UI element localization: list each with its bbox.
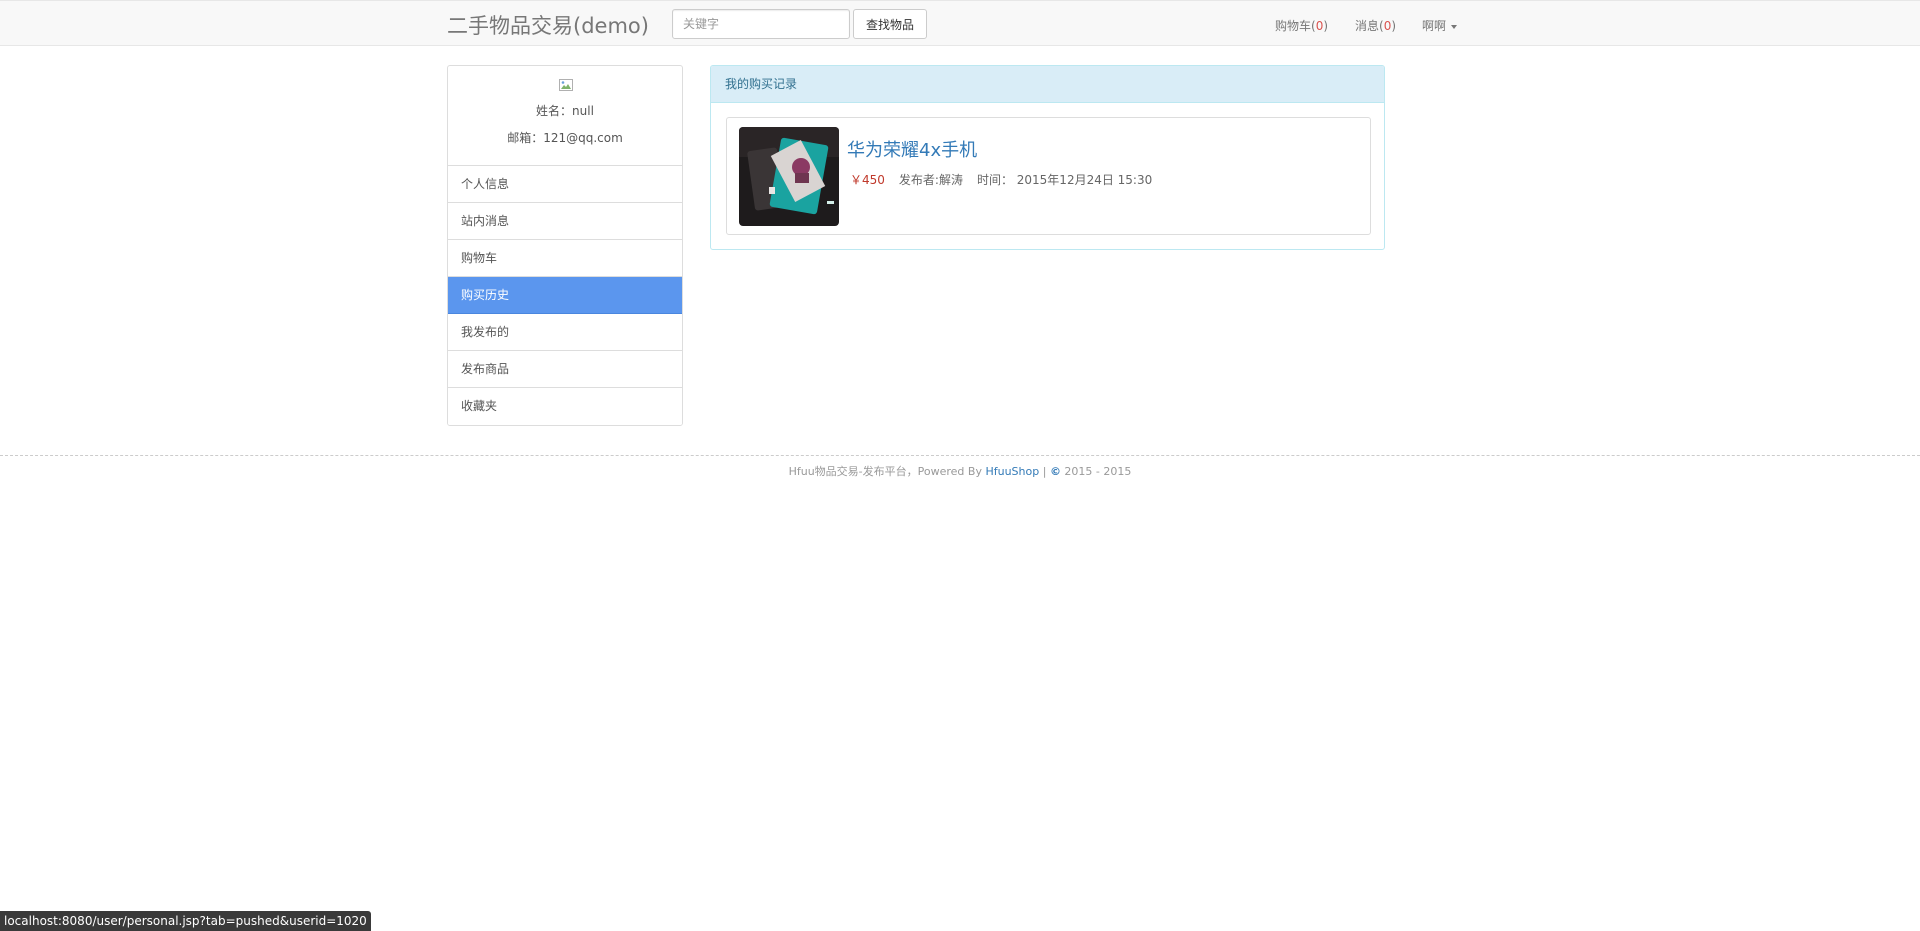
sidebar-item-personal-info[interactable]: 个人信息: [448, 166, 682, 203]
footer-divider: [0, 455, 1920, 456]
footer-text: Hfuu物品交易-发布平台，Powered By: [788, 465, 986, 478]
profile-card: 姓名：null 邮箱：121@qq.com: [448, 66, 682, 166]
sidebar-item-favorites[interactable]: 收藏夹: [448, 388, 682, 425]
sidebar-item-cart[interactable]: 购物车: [448, 240, 682, 277]
item-title-link[interactable]: 华为荣耀4x手机: [847, 136, 977, 162]
user-dropdown[interactable]: 啊啊: [1422, 17, 1458, 34]
footer: Hfuu物品交易-发布平台，Powered By HfuuShop | © 20…: [0, 463, 1920, 479]
profile-email: 邮箱：121@qq.com: [507, 131, 623, 145]
messages-label: 消息(: [1355, 19, 1384, 33]
cart-close-paren: ): [1323, 19, 1329, 33]
footer-years: 2015 - 2015: [1060, 465, 1132, 478]
caret-down-icon: [1451, 24, 1458, 29]
brand-title[interactable]: 二手物品交易(demo): [447, 10, 649, 40]
sidebar-item-messages[interactable]: 站内消息: [448, 203, 682, 240]
profile-name: 姓名：null: [536, 104, 594, 118]
item-price: ￥450: [850, 173, 885, 187]
purchase-item-card: 华为荣耀4x手机 ￥450 发布者:解涛 时间： 2015年12月24日 15:30: [726, 117, 1371, 235]
top-navbar: 二手物品交易(demo) 查找物品 购物车(0) 消息(0) 啊啊: [0, 0, 1920, 46]
footer-separator: |: [1039, 465, 1050, 478]
sidebar-item-publish-item[interactable]: 发布商品: [448, 351, 682, 388]
purchase-records-panel: 我的购买记录 华为荣耀4x手机 ￥450 发布者:解涛 时间： 2015年12月24…: [710, 65, 1385, 250]
item-meta: ￥450 发布者:解涛 时间： 2015年12月24日 15:30: [850, 171, 1152, 188]
messages-link[interactable]: 消息(0): [1355, 17, 1396, 34]
search-button[interactable]: 查找物品: [853, 9, 927, 39]
copyright-icon: ©: [1049, 465, 1061, 478]
user-name: 啊啊: [1422, 19, 1447, 33]
browser-status-bar-url: localhost:8080/user/personal.jsp?tab=pus…: [0, 911, 371, 931]
user-sidebar: 姓名：null 邮箱：121@qq.com 个人信息 站内消息 购物车 购买历史…: [447, 65, 683, 426]
item-publisher: 发布者:解涛: [898, 173, 963, 187]
cart-link[interactable]: 购物车(0): [1275, 17, 1328, 34]
item-time: 时间： 2015年12月24日 15:30: [976, 173, 1153, 187]
broken-image-icon: [559, 79, 573, 91]
sidebar-item-purchase-history[interactable]: 购买历史: [448, 277, 682, 314]
search-input[interactable]: [672, 9, 850, 39]
messages-close-paren: ): [1391, 19, 1397, 33]
item-thumbnail[interactable]: [739, 127, 839, 226]
cart-label: 购物车(: [1275, 19, 1316, 33]
sidebar-item-my-published[interactable]: 我发布的: [448, 314, 682, 351]
footer-hfuushop-link[interactable]: HfuuShop: [985, 465, 1039, 478]
panel-heading: 我的购买记录: [711, 66, 1384, 103]
phone-photo-image: [739, 127, 839, 226]
